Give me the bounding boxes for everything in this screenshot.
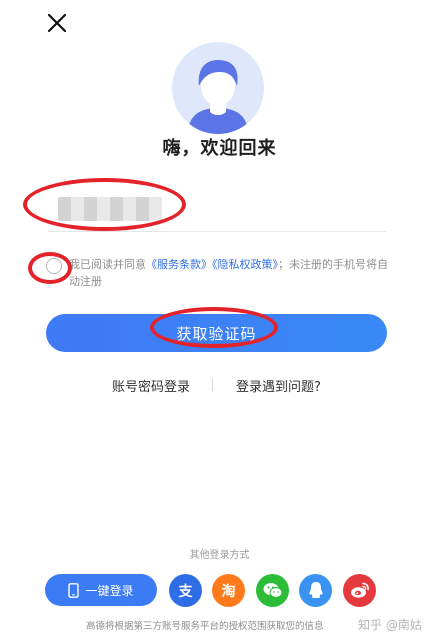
qq-login-button[interactable] [299,574,332,607]
divider [212,378,213,391]
taobao-icon: 淘 [221,583,236,600]
redacted-phone-number [58,197,162,221]
phone-field[interactable] [48,186,386,232]
terms-link[interactable]: 《服务条款》 [146,258,212,271]
one-click-login-label: 一键登录 [85,583,134,598]
taobao-login-button[interactable]: 淘 [212,574,245,607]
privacy-link[interactable]: 《隐私权政策》 [212,258,278,271]
get-code-button[interactable]: 获取验证码 [46,314,387,352]
weibo-login-button[interactable] [343,574,376,607]
qq-icon [308,582,323,598]
login-problem-link[interactable]: 登录遇到问题? [236,376,321,395]
alipay-icon: 支 [178,583,193,600]
watermark: 知乎 @南姑 [358,618,422,632]
other-login-title: 其他登录方式 [189,550,250,561]
weibo-icon [350,582,369,598]
avatar [172,42,264,134]
agreement-prefix: 我已阅读并同意 [69,258,146,271]
agreement-text: 我已阅读并同意《服务条款》《隐私权政策》；未注册的手机号将自动注册 [69,256,389,290]
alipay-login-button[interactable]: 支 [169,574,202,607]
close-icon [47,13,67,33]
password-login-link[interactable]: 账号密码登录 [112,376,190,395]
agreement-checkbox[interactable] [46,258,62,274]
user-avatar-icon [188,60,248,134]
footer-note: 高德将根据第三方账号服务平台的授权范围获取您的信息 [86,621,324,632]
wechat-icon [263,583,282,598]
close-button[interactable] [44,10,70,36]
welcome-title: 嗨，欢迎回来 [162,138,277,159]
phone-icon [68,582,80,598]
wechat-login-button[interactable] [256,574,289,607]
one-click-login-button[interactable]: 一键登录 [45,574,157,606]
